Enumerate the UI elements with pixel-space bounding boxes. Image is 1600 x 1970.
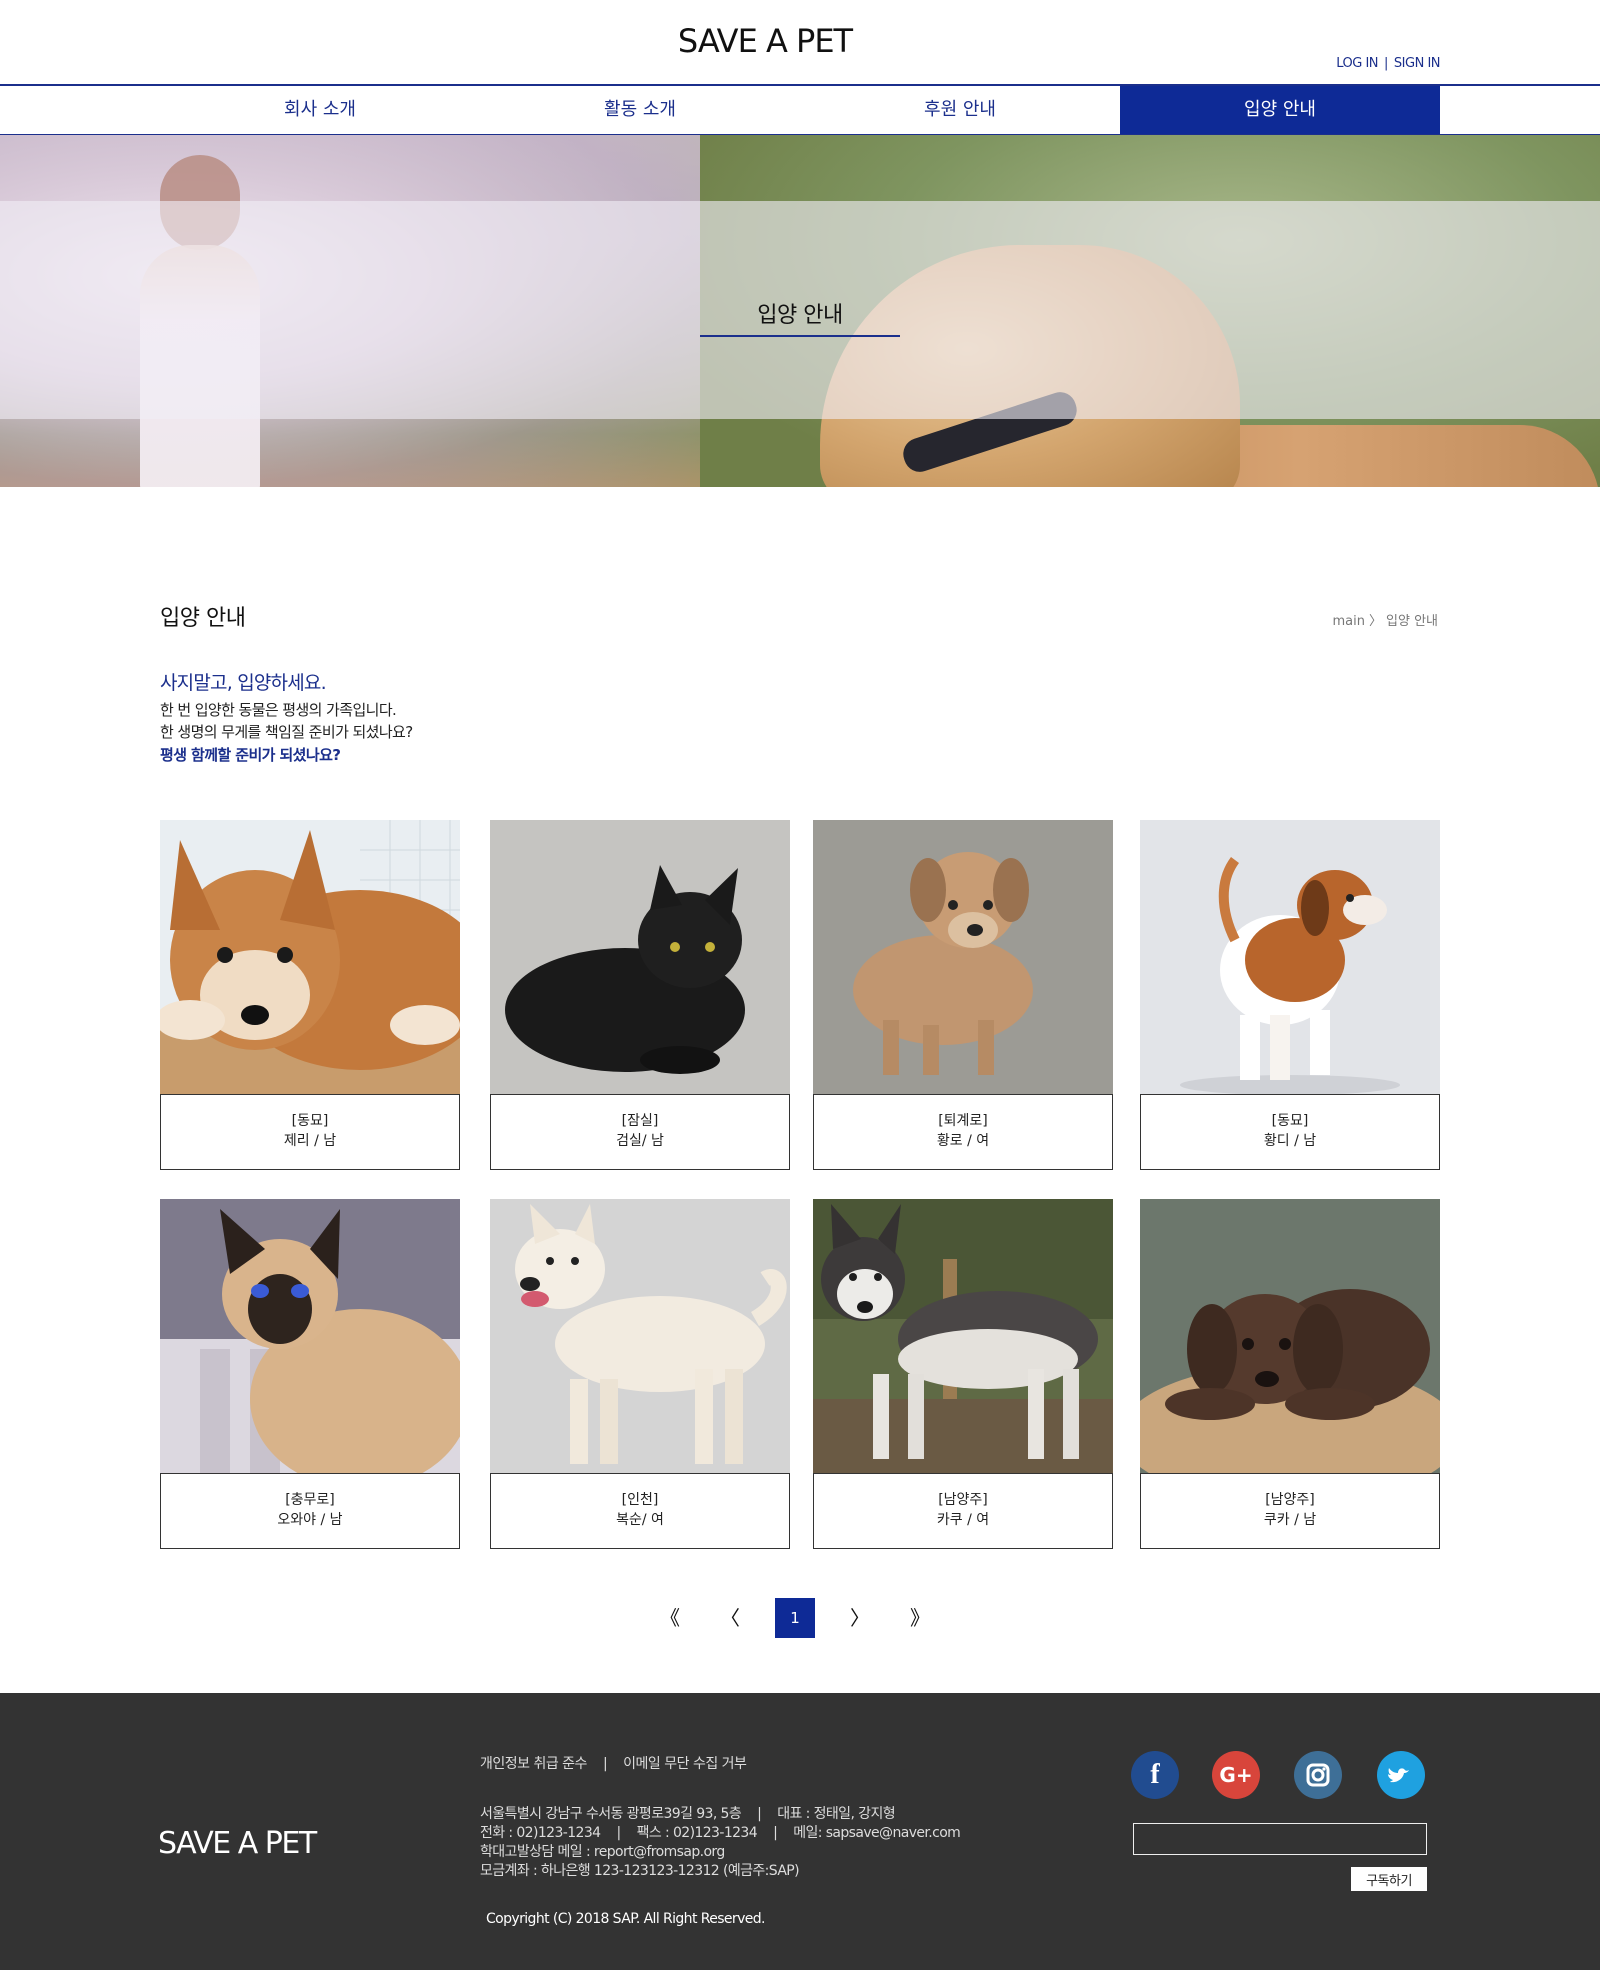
footer-info-separator: | [616,1825,621,1841]
pet-card[interactable]: [동묘] 황디 / 남 [1140,820,1440,1170]
nav-item-activities[interactable]: 활동 소개 [480,86,800,134]
hero-banner: 입양 안내 [0,135,1600,487]
footer-report-email: 학대고발상담 메일 : report@fromsap.org [480,1844,725,1860]
footer-representative: 대표 : 정태일, 강지형 [777,1806,896,1822]
pet-card[interactable]: [남양주] 쿠카 / 남 [1140,1199,1440,1549]
footer-copyright: Copyright (C) 2018 SAP. All Right Reserv… [486,1911,766,1927]
pet-location: [퇴계로] [938,1113,988,1129]
footer-logo[interactable]: SAVE A PET [158,1826,317,1861]
pet-card[interactable]: [퇴계로] 황로 / 여 [813,820,1113,1170]
footer-fax: 팩스 : 02)123-1234 [636,1825,758,1841]
footer-company-info: 서울특별시 강남구 수서동 광평로39길 93, 5층 | 대표 : 정태일, 강지… [480,1805,961,1881]
pet-info: 복순/ 여 [616,1512,664,1528]
pet-caption: [동묘] 황디 / 남 [1140,1094,1440,1170]
intro-line-1: 한 번 입양한 동물은 평생의 가족입니다. [160,701,397,719]
breadcrumb-current: 입양 안내 [1386,614,1438,629]
pagination-page-1[interactable]: 1 [775,1598,815,1638]
pet-card[interactable]: [잠실] 검실/ 남 [490,820,790,1170]
pet-location: [인천] [621,1492,659,1508]
pet-card[interactable]: [인천] 복순/ 여 [490,1199,790,1549]
hero-title-underline [700,335,900,337]
intro-lead: 사지말고, 입양하세요. [160,672,327,694]
twitter-icon[interactable] [1377,1751,1425,1799]
footer-info-separator: | [773,1825,778,1841]
pet-location: [동묘] [1271,1113,1309,1129]
pet-caption: [잠실] 검실/ 남 [490,1094,790,1170]
footer-donation-account: 모금계좌 : 하나은행 123-123123-12312 (예금주:SAP) [480,1863,800,1879]
site-logo[interactable]: SAVE A PET [0,22,1530,60]
pet-caption: [퇴계로] 황로 / 여 [813,1094,1113,1170]
pagination-first-icon[interactable]: 《 [650,1598,690,1638]
footer-email: 메일: sapsave@naver.com [793,1825,961,1841]
pet-location: [잠실] [621,1113,659,1129]
pagination-next-icon[interactable]: 〉 [840,1598,880,1638]
pet-info: 카쿠 / 여 [936,1512,990,1528]
facebook-icon[interactable]: f [1131,1751,1179,1799]
pet-info: 쿠카 / 남 [1263,1512,1317,1528]
pet-card[interactable]: [동묘] 제리 / 남 [160,820,460,1170]
pagination: 《 〈 1 〉 》 [0,1598,1600,1638]
footer-link-separator: | [602,1756,608,1772]
pet-photo-husky[interactable] [813,1199,1113,1473]
pet-photo-chocolate-lab-puppy[interactable] [1140,1199,1440,1473]
breadcrumb-home[interactable]: main [1333,614,1365,629]
breadcrumb-arrow-icon: 〉 [1369,614,1383,629]
auth-separator: | [1384,56,1388,71]
nav-item-adoption[interactable]: 입양 안내 [1120,86,1440,134]
pet-photo-siamese-cat[interactable] [160,1199,460,1473]
pagination-last-icon[interactable]: 》 [900,1598,940,1638]
site-footer: SAVE A PET 개인정보 취급 준수 | 이메일 무단 수집 거부 서울특별시… [0,1693,1600,1970]
pet-location: [남양주] [938,1492,988,1508]
pet-photo-white-jindo[interactable] [490,1199,790,1473]
footer-address: 서울특별시 강남구 수서동 광평로39길 93, 5층 [480,1806,742,1822]
intro-emphasis: 평생 함께할 준비가 되셨나요? [160,746,341,764]
breadcrumb: main 〉 입양 안내 [1333,610,1438,629]
pet-info: 오와야 / 남 [277,1512,343,1528]
pet-info: 제리 / 남 [283,1133,337,1149]
signin-link[interactable]: SIGN IN [1394,56,1441,71]
footer-links: 개인정보 취급 준수 | 이메일 무단 수집 거부 [480,1753,747,1773]
pet-photo-tan-puppy[interactable] [813,820,1113,1094]
instagram-icon[interactable] [1294,1751,1342,1799]
pet-location: [동묘] [291,1113,329,1129]
pet-info: 검실/ 남 [616,1133,664,1149]
privacy-policy-link[interactable]: 개인정보 취급 준수 [480,1756,587,1772]
pet-caption: [인천] 복순/ 여 [490,1473,790,1549]
footer-info-separator: | [757,1806,762,1822]
login-link[interactable]: LOG IN [1336,56,1378,71]
pet-card[interactable]: [남양주] 카쿠 / 여 [813,1199,1113,1549]
pet-photo-beagle-puppy[interactable] [1140,820,1440,1094]
auth-links: LOG IN | SIGN IN [1336,56,1440,71]
pet-info: 황로 / 여 [936,1133,990,1149]
pet-photo-shiba-puppy[interactable] [160,820,460,1094]
subscribe-email-input[interactable] [1133,1823,1427,1855]
page-title: 입양 안내 [160,606,246,631]
pet-photo-black-cat[interactable] [490,820,790,1094]
pet-caption: [남양주] 쿠카 / 남 [1140,1473,1440,1549]
pagination-prev-icon[interactable]: 〈 [710,1598,750,1638]
pet-caption: [충무로] 오와야 / 남 [160,1473,460,1549]
intro-text: 사지말고, 입양하세요. 한 번 입양한 동물은 평생의 가족입니다. 한 생명… [160,668,413,767]
nav-item-company[interactable]: 회사 소개 [160,86,480,134]
hero-title: 입양 안내 [757,303,843,328]
footer-phone: 전화 : 02)123-1234 [480,1825,601,1841]
site-header: SAVE A PET LOG IN | SIGN IN [0,0,1600,85]
subscribe-button[interactable]: 구독하기 [1351,1867,1427,1891]
pet-location: [충무로] [285,1492,335,1508]
pet-info: 황디 / 남 [1263,1133,1317,1149]
main-nav: 회사 소개 활동 소개 후원 안내 입양 안내 [0,84,1600,135]
pet-card[interactable]: [충무로] 오와야 / 남 [160,1199,460,1549]
email-refusal-link[interactable]: 이메일 무단 수집 거부 [623,1756,747,1772]
intro-line-2: 한 생명의 무게를 책임질 준비가 되셨나요? [160,723,413,741]
pet-caption: [동묘] 제리 / 남 [160,1094,460,1170]
google-plus-icon[interactable]: G+ [1212,1751,1260,1799]
nav-item-sponsorship[interactable]: 후원 안내 [800,86,1120,134]
pet-location: [남양주] [1265,1492,1315,1508]
pet-caption: [남양주] 카쿠 / 여 [813,1473,1113,1549]
